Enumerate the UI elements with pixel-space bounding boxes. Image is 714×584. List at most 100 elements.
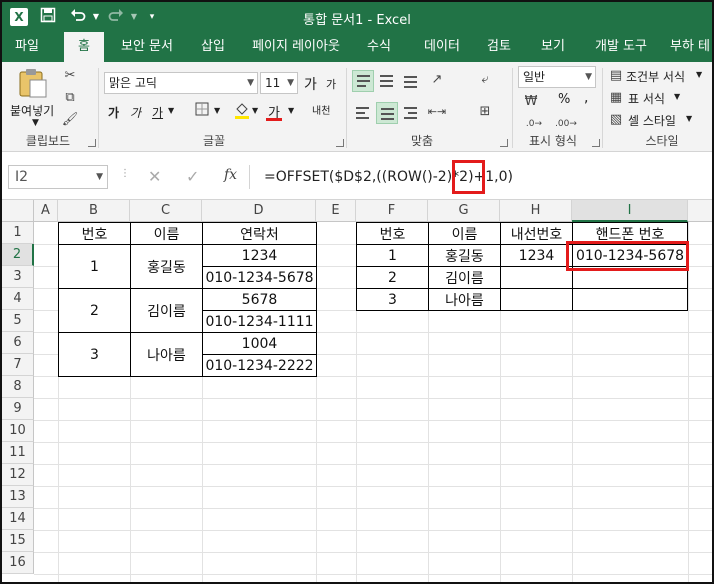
bottom-align-icon[interactable]	[400, 70, 422, 92]
middle-align-icon[interactable]	[376, 70, 398, 92]
select-all-corner[interactable]	[2, 200, 34, 222]
left-group3-contact1[interactable]: 1004	[203, 333, 317, 355]
copy-icon[interactable]: ⧉	[60, 88, 80, 108]
conditional-format-button[interactable]: 조건부 서식	[626, 68, 685, 85]
row-header-7[interactable]: 7	[2, 354, 34, 376]
tab-security[interactable]: 보안 문서	[112, 32, 182, 62]
shrink-font-button[interactable]: 가	[326, 76, 336, 92]
font-launcher-icon[interactable]	[336, 139, 344, 147]
row-header-16[interactable]: 16	[2, 552, 34, 574]
paste-dropdown-icon[interactable]: ▼	[32, 118, 39, 128]
format-as-table-button[interactable]: 표 서식	[628, 90, 665, 107]
column-header-b[interactable]: B	[58, 200, 130, 222]
right-row1-extension[interactable]: 1234	[501, 245, 573, 267]
number-format-select[interactable]: 일반 ▼	[518, 66, 596, 88]
enter-icon[interactable]: ✓	[186, 167, 199, 186]
column-header-i[interactable]: I	[572, 200, 688, 222]
column-header-extra[interactable]	[688, 200, 712, 222]
column-header-d[interactable]: D	[202, 200, 316, 222]
row-header-8[interactable]: 8	[2, 376, 34, 398]
right-row3-number[interactable]: 3	[356, 289, 429, 311]
column-header-e[interactable]: E	[316, 200, 356, 222]
chevron-down-icon[interactable]: ▼	[168, 106, 174, 115]
right-row3-extension[interactable]	[501, 289, 573, 311]
chevron-down-icon[interactable]: ▼	[288, 106, 294, 115]
number-launcher-icon[interactable]	[592, 139, 600, 147]
currency-icon[interactable]: ₩	[520, 92, 542, 112]
increase-decimal-icon[interactable]: .0→	[520, 114, 548, 134]
tab-page-layout[interactable]: 페이지 레이아웃	[246, 32, 346, 62]
column-header-c[interactable]: C	[130, 200, 202, 222]
left-header-contact[interactable]: 연락처	[203, 222, 317, 245]
right-row2-name[interactable]: 김이름	[429, 267, 501, 289]
top-align-icon[interactable]	[352, 70, 374, 92]
format-painter-icon[interactable]: 🖌	[60, 110, 80, 130]
left-header-name[interactable]: 이름	[131, 222, 203, 245]
left-group2-contact1[interactable]: 5678	[203, 289, 317, 311]
row-header-3[interactable]: 3	[2, 266, 34, 288]
chevron-down-icon[interactable]: ▼	[686, 114, 692, 123]
chevron-down-icon[interactable]: ▼	[696, 70, 702, 79]
percent-button[interactable]: %	[558, 92, 570, 107]
italic-button[interactable]: 가	[130, 104, 141, 121]
tab-home[interactable]: 홈	[64, 32, 104, 62]
cancel-icon[interactable]: ✕	[148, 167, 161, 186]
tab-developer[interactable]: 개발 도구	[586, 32, 656, 62]
align-right-icon[interactable]	[400, 102, 422, 124]
right-row1-number[interactable]: 1	[356, 245, 429, 267]
row-header-11[interactable]: 11	[2, 442, 34, 464]
right-header-name[interactable]: 이름	[429, 222, 501, 245]
clipboard-launcher-icon[interactable]	[88, 139, 96, 147]
column-header-f[interactable]: F	[356, 200, 428, 222]
tab-data[interactable]: 데이터	[414, 32, 470, 62]
column-header-a[interactable]: A	[34, 200, 58, 222]
left-group3-number[interactable]: 3	[58, 333, 131, 377]
row-header-1[interactable]: 1	[2, 222, 34, 244]
right-row3-mobile[interactable]	[573, 289, 688, 311]
left-header-number[interactable]: 번호	[58, 222, 131, 245]
borders-icon[interactable]	[192, 102, 212, 122]
right-header-number[interactable]: 번호	[356, 222, 429, 245]
font-name-select[interactable]: 맑은 고딕 ▼	[104, 72, 258, 94]
phonetic-button[interactable]: 내천	[312, 102, 330, 117]
tab-load-test[interactable]: 부하 테	[666, 32, 712, 62]
right-row1-name[interactable]: 홍길동	[429, 245, 501, 267]
left-group1-number[interactable]: 1	[58, 245, 131, 289]
right-header-extension[interactable]: 내선번호	[501, 222, 573, 245]
row-header-13[interactable]: 13	[2, 486, 34, 508]
right-row2-number[interactable]: 2	[356, 267, 429, 289]
row-header-9[interactable]: 9	[2, 398, 34, 420]
left-group2-contact2[interactable]: 010-1234-1111	[203, 311, 317, 333]
cut-icon[interactable]: ✂	[60, 66, 80, 86]
fill-color-icon[interactable]	[232, 100, 252, 120]
right-row3-name[interactable]: 나아름	[429, 289, 501, 311]
font-size-select[interactable]: 11 ▼	[260, 72, 298, 94]
worksheet-grid[interactable]: A B C D E F G H I 1 2 3 4 5 6 7 8 9 10 1…	[2, 200, 712, 582]
alignment-launcher-icon[interactable]	[500, 139, 508, 147]
wrap-text-icon[interactable]: ⤶	[474, 70, 496, 90]
tab-review[interactable]: 검토	[476, 32, 522, 62]
name-box[interactable]: I2 ▼	[8, 165, 108, 189]
left-group1-contact1[interactable]: 1234	[203, 245, 317, 267]
align-left-icon[interactable]	[352, 102, 374, 124]
left-group1-contact2[interactable]: 010-1234-5678	[203, 267, 317, 289]
row-header-14[interactable]: 14	[2, 508, 34, 530]
merge-center-icon[interactable]: ⊞	[474, 102, 496, 122]
row-header-5[interactable]: 5	[2, 310, 34, 332]
row-header-10[interactable]: 10	[2, 420, 34, 442]
decrease-decimal-icon[interactable]: .00→	[552, 114, 580, 134]
row-header-15[interactable]: 15	[2, 530, 34, 552]
grow-font-button[interactable]: 가	[304, 74, 317, 94]
paste-button[interactable]: 붙여넣기	[10, 102, 54, 119]
left-group3-contact2[interactable]: 010-1234-2222	[203, 355, 317, 377]
orientation-icon[interactable]: ↗	[426, 70, 448, 90]
right-row2-extension[interactable]	[501, 267, 573, 289]
column-header-h[interactable]: H	[500, 200, 572, 222]
comma-button[interactable]: ,	[584, 90, 588, 106]
left-group2-number[interactable]: 2	[58, 289, 131, 333]
chevron-down-icon[interactable]: ▼	[214, 106, 220, 115]
row-header-2[interactable]: 2	[2, 244, 34, 266]
left-group1-name[interactable]: 홍길동	[131, 245, 203, 289]
tab-file[interactable]: 파일	[2, 32, 52, 62]
underline-button[interactable]: 가	[152, 104, 163, 121]
